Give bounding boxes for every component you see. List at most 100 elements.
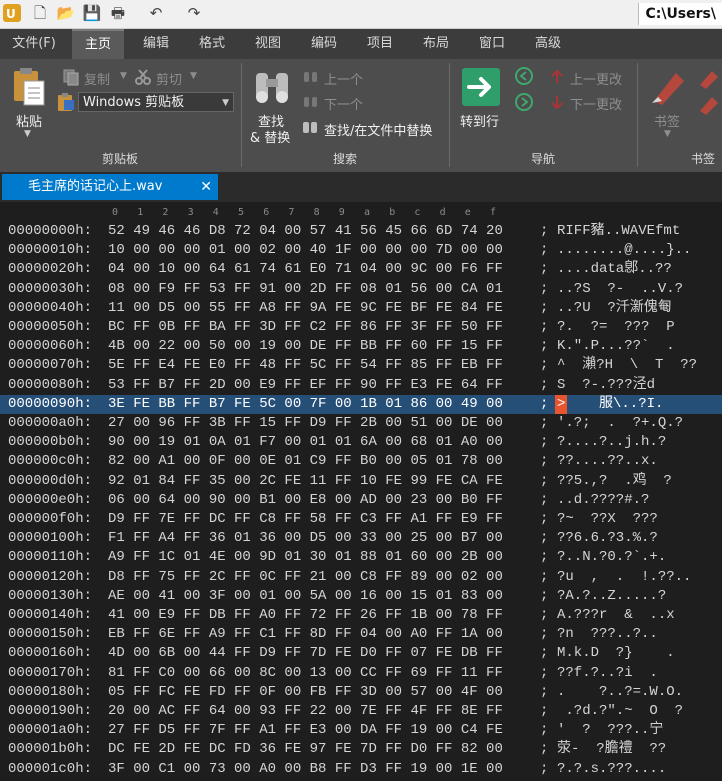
redo-icon[interactable]: ↷	[184, 3, 204, 23]
row-ascii[interactable]: ??5.,? .鸡 ?	[557, 472, 672, 491]
hex-row[interactable]: 000000a0h: 27 00 96 FF 3B FF 15 FF D9 FF …	[0, 414, 722, 433]
bookmark-prev-icon[interactable]	[698, 93, 720, 115]
row-ascii[interactable]: M.k.D ?} .	[557, 644, 675, 663]
file-tab[interactable]: 毛主席的话记心上.wav ✕	[2, 174, 218, 200]
cut-dropdown-icon[interactable]: ▼	[190, 71, 197, 81]
copy-button[interactable]: 复制	[84, 69, 110, 88]
hex-editor[interactable]: 0 1 2 3 4 5 6 7 8 9 a b c d e f 00000000h: 52 49 46 46 D…	[0, 204, 722, 781]
row-ascii[interactable]: ^ 瀨?H \ T ??	[557, 356, 697, 375]
row-hex-bytes[interactable]: 11 00 D5 00 55 FF A8 FF 9A FE 9C FE BF F…	[108, 299, 503, 318]
hex-row[interactable]: 00000100h: F1 FF A4 FF 36 01 36 00 D5 00 …	[0, 529, 722, 548]
row-ascii[interactable]: ..?U ?汘澵傀匎	[557, 299, 672, 318]
hex-view[interactable]: 00000000h: 52 49 46 46 D8 72 04 00 57 41 …	[0, 222, 722, 781]
hex-row[interactable]: 00000180h: 05 FF FC FE FD FF 0F 00 FB FF …	[0, 683, 722, 702]
find-in-files-button[interactable]: 查找/在文件中替换	[324, 120, 432, 139]
goto-line-icon[interactable]	[461, 67, 501, 107]
menu-item-6[interactable]: 项目	[354, 29, 406, 59]
row-hex-bytes[interactable]: BC FF 0B FF BA FF 3D FF C2 FF 86 FF 3F F…	[108, 318, 503, 337]
cut-button[interactable]: 剪切	[156, 69, 182, 88]
row-ascii[interactable]: ' ? ???..宁	[557, 721, 663, 740]
hex-row[interactable]: 00000110h: A9 FF 1C 01 4E 00 9D 01 30 01 …	[0, 548, 722, 567]
binoculars-icon[interactable]	[252, 67, 292, 107]
hex-row[interactable]: 000000e0h: 06 00 64 00 90 00 B1 00 E8 00 …	[0, 491, 722, 510]
bookmark-button[interactable]: 书签	[654, 111, 680, 130]
row-ascii[interactable]: 荥- ?膽禮 ??	[557, 740, 666, 759]
row-hex-bytes[interactable]: D9 FF 7E FF DC FF C8 FF 58 FF C3 FF A1 F…	[108, 510, 503, 529]
copy-dropdown-icon[interactable]: ▼	[120, 71, 127, 81]
goto-line-button[interactable]: 转到行	[460, 111, 499, 130]
hex-row[interactable]: 00000120h: D8 FF 75 FF 2C FF 0C FF 21 00 …	[0, 568, 722, 587]
row-hex-bytes[interactable]: 3F 00 C1 00 73 00 A0 00 B8 FF D3 FF 19 0…	[108, 760, 503, 779]
hex-row[interactable]: 000000f0h: D9 FF 7E FF DC FF C8 FF 58 FF …	[0, 510, 722, 529]
menu-item-4[interactable]: 视图	[242, 29, 294, 59]
row-ascii[interactable]: ..d.????#.?	[557, 491, 649, 510]
menu-item-1[interactable]: 主页	[72, 29, 124, 59]
row-hex-bytes[interactable]: 27 00 96 FF 3B FF 15 FF D9 FF 2B 00 51 0…	[108, 414, 503, 433]
hex-row[interactable]: 00000140h: 41 00 E9 FF DB FF A0 FF 72 FF …	[0, 606, 722, 625]
row-hex-bytes[interactable]: EB FF 6E FF A9 FF C1 FF 8D FF 04 00 A0 F…	[108, 625, 503, 644]
find-replace-label-2[interactable]: & 替换	[250, 127, 290, 146]
bookmark-icon[interactable]	[648, 67, 688, 107]
row-ascii[interactable]: RIFF豬..WAVEfmt	[557, 222, 680, 241]
row-hex-bytes[interactable]: D8 FF 75 FF 2C FF 0C FF 21 00 C8 FF 89 0…	[108, 568, 503, 587]
menu-item-2[interactable]: 编辑	[130, 29, 182, 59]
row-ascii[interactable]: > 服\..?I.	[557, 395, 663, 414]
undo-icon[interactable]: ↶	[146, 3, 166, 23]
nav-forward-icon[interactable]	[514, 92, 534, 112]
hex-row[interactable]: 00000000h: 52 49 46 46 D8 72 04 00 57 41 …	[0, 222, 722, 241]
row-ascii[interactable]: ?....?..j.h.?	[557, 433, 666, 452]
next-change-button[interactable]: 下一更改	[570, 94, 622, 113]
open-folder-icon[interactable]: 📂	[56, 3, 76, 23]
row-hex-bytes[interactable]: 05 FF FC FE FD FF 0F 00 FB FF 3D 00 57 0…	[108, 683, 503, 702]
paste-button[interactable]: 粘贴	[16, 111, 42, 130]
hex-row[interactable]: 00000160h: 4D 00 6B 00 44 FF D9 FF 7D FE …	[0, 644, 722, 663]
row-hex-bytes[interactable]: A9 FF 1C 01 4E 00 9D 01 30 01 88 01 60 0…	[108, 548, 503, 567]
hex-row[interactable]: 00000130h: AE 00 41 00 3F 00 01 00 5A 00 …	[0, 587, 722, 606]
row-ascii[interactable]: ?.?.s.???....	[557, 760, 666, 779]
row-ascii[interactable]: ..?S ?- ..V.?	[557, 280, 683, 299]
clipboard-select[interactable]: Windows 剪贴板 ▼	[78, 92, 234, 112]
app-logo-icon[interactable]: U	[2, 3, 22, 23]
hex-row[interactable]: 00000060h: 4B 00 22 00 50 00 19 00 DE FF …	[0, 337, 722, 356]
hex-row[interactable]: 000001a0h: 27 FF D5 FF 7F FF A1 FF E3 00 …	[0, 721, 722, 740]
row-hex-bytes[interactable]: F1 FF A4 FF 36 01 36 00 D5 00 33 00 25 0…	[108, 529, 503, 548]
find-prev-button[interactable]: 上一个	[324, 69, 363, 88]
hex-row[interactable]: 000000c0h: 82 00 A1 00 0F 00 0E 01 C9 FF …	[0, 452, 722, 471]
new-file-icon[interactable]: 🗋	[30, 3, 50, 23]
hex-row[interactable]: 00000080h: 53 FF B7 FF 2D 00 E9 FF EF FF …	[0, 376, 722, 395]
menu-item-9[interactable]: 高级	[522, 29, 574, 59]
menu-item-3[interactable]: 格式	[186, 29, 238, 59]
row-ascii[interactable]: ?u , . !.??..	[557, 568, 691, 587]
save-icon[interactable]: 💾	[82, 3, 102, 23]
hex-row[interactable]: 00000150h: EB FF 6E FF A9 FF C1 FF 8D FF …	[0, 625, 722, 644]
row-ascii[interactable]: S ?-.???泾d	[557, 376, 655, 395]
row-hex-bytes[interactable]: 82 00 A1 00 0F 00 0E 01 C9 FF B0 00 05 0…	[108, 452, 503, 471]
menu-item-0[interactable]: 文件(F)	[4, 29, 64, 59]
row-ascii[interactable]: ?..N.?0.?`.+.	[557, 548, 666, 567]
row-hex-bytes[interactable]: AE 00 41 00 3F 00 01 00 5A 00 16 00 15 0…	[108, 587, 503, 606]
row-ascii[interactable]: ?n ???..?..	[557, 625, 658, 644]
row-ascii[interactable]: K.".P...??` .	[557, 337, 675, 356]
menu-item-8[interactable]: 窗口	[466, 29, 518, 59]
prev-change-button[interactable]: 上一更改	[570, 69, 622, 88]
paste-icon[interactable]	[10, 67, 48, 107]
nav-back-icon[interactable]	[514, 66, 534, 86]
hex-row[interactable]: 000001b0h: DC FE 2D FE DC FD 36 FE 97 FE …	[0, 740, 722, 759]
row-hex-bytes[interactable]: 08 00 F9 FF 53 FF 91 00 2D FF 08 01 56 0…	[108, 280, 503, 299]
row-ascii[interactable]: ....data鄎..??	[557, 260, 672, 279]
hex-row[interactable]: 000001c0h: 3F 00 C1 00 73 00 A0 00 B8 FF …	[0, 760, 722, 779]
close-icon[interactable]: ✕	[200, 174, 212, 200]
row-hex-bytes[interactable]: 5E FF E4 FE E0 FF 48 FF 5C FF 54 FF 85 F…	[108, 356, 503, 375]
hex-row[interactable]: 00000090h: 3E FE BB FF B7 FE 5C 00 7F 00 …	[0, 394, 722, 414]
hex-row[interactable]: 000000b0h: 90 00 19 01 0A 01 F7 00 01 01 …	[0, 433, 722, 452]
row-hex-bytes[interactable]: 81 FF C0 00 66 00 8C 00 13 00 CC FF 69 F…	[108, 664, 503, 683]
row-ascii[interactable]: ?. ?= ??? P	[557, 318, 675, 337]
row-hex-bytes[interactable]: 10 00 00 00 01 00 02 00 40 1F 00 00 00 7…	[108, 241, 503, 260]
hex-row[interactable]: 00000050h: BC FF 0B FF BA FF 3D FF C2 FF …	[0, 318, 722, 337]
hex-row[interactable]: 00000020h: 04 00 10 00 64 61 74 61 E0 71 …	[0, 260, 722, 279]
print-icon[interactable]: 🖶	[108, 3, 128, 23]
row-hex-bytes[interactable]: DC FE 2D FE DC FD 36 FE 97 FE 7D FF D0 F…	[108, 740, 503, 759]
row-hex-bytes[interactable]: 27 FF D5 FF 7F FF A1 FF E3 00 DA FF 19 0…	[108, 721, 503, 740]
row-hex-bytes[interactable]: 04 00 10 00 64 61 74 61 E0 71 04 00 9C 0…	[108, 260, 503, 279]
row-ascii[interactable]: ........@....}..	[557, 241, 691, 260]
